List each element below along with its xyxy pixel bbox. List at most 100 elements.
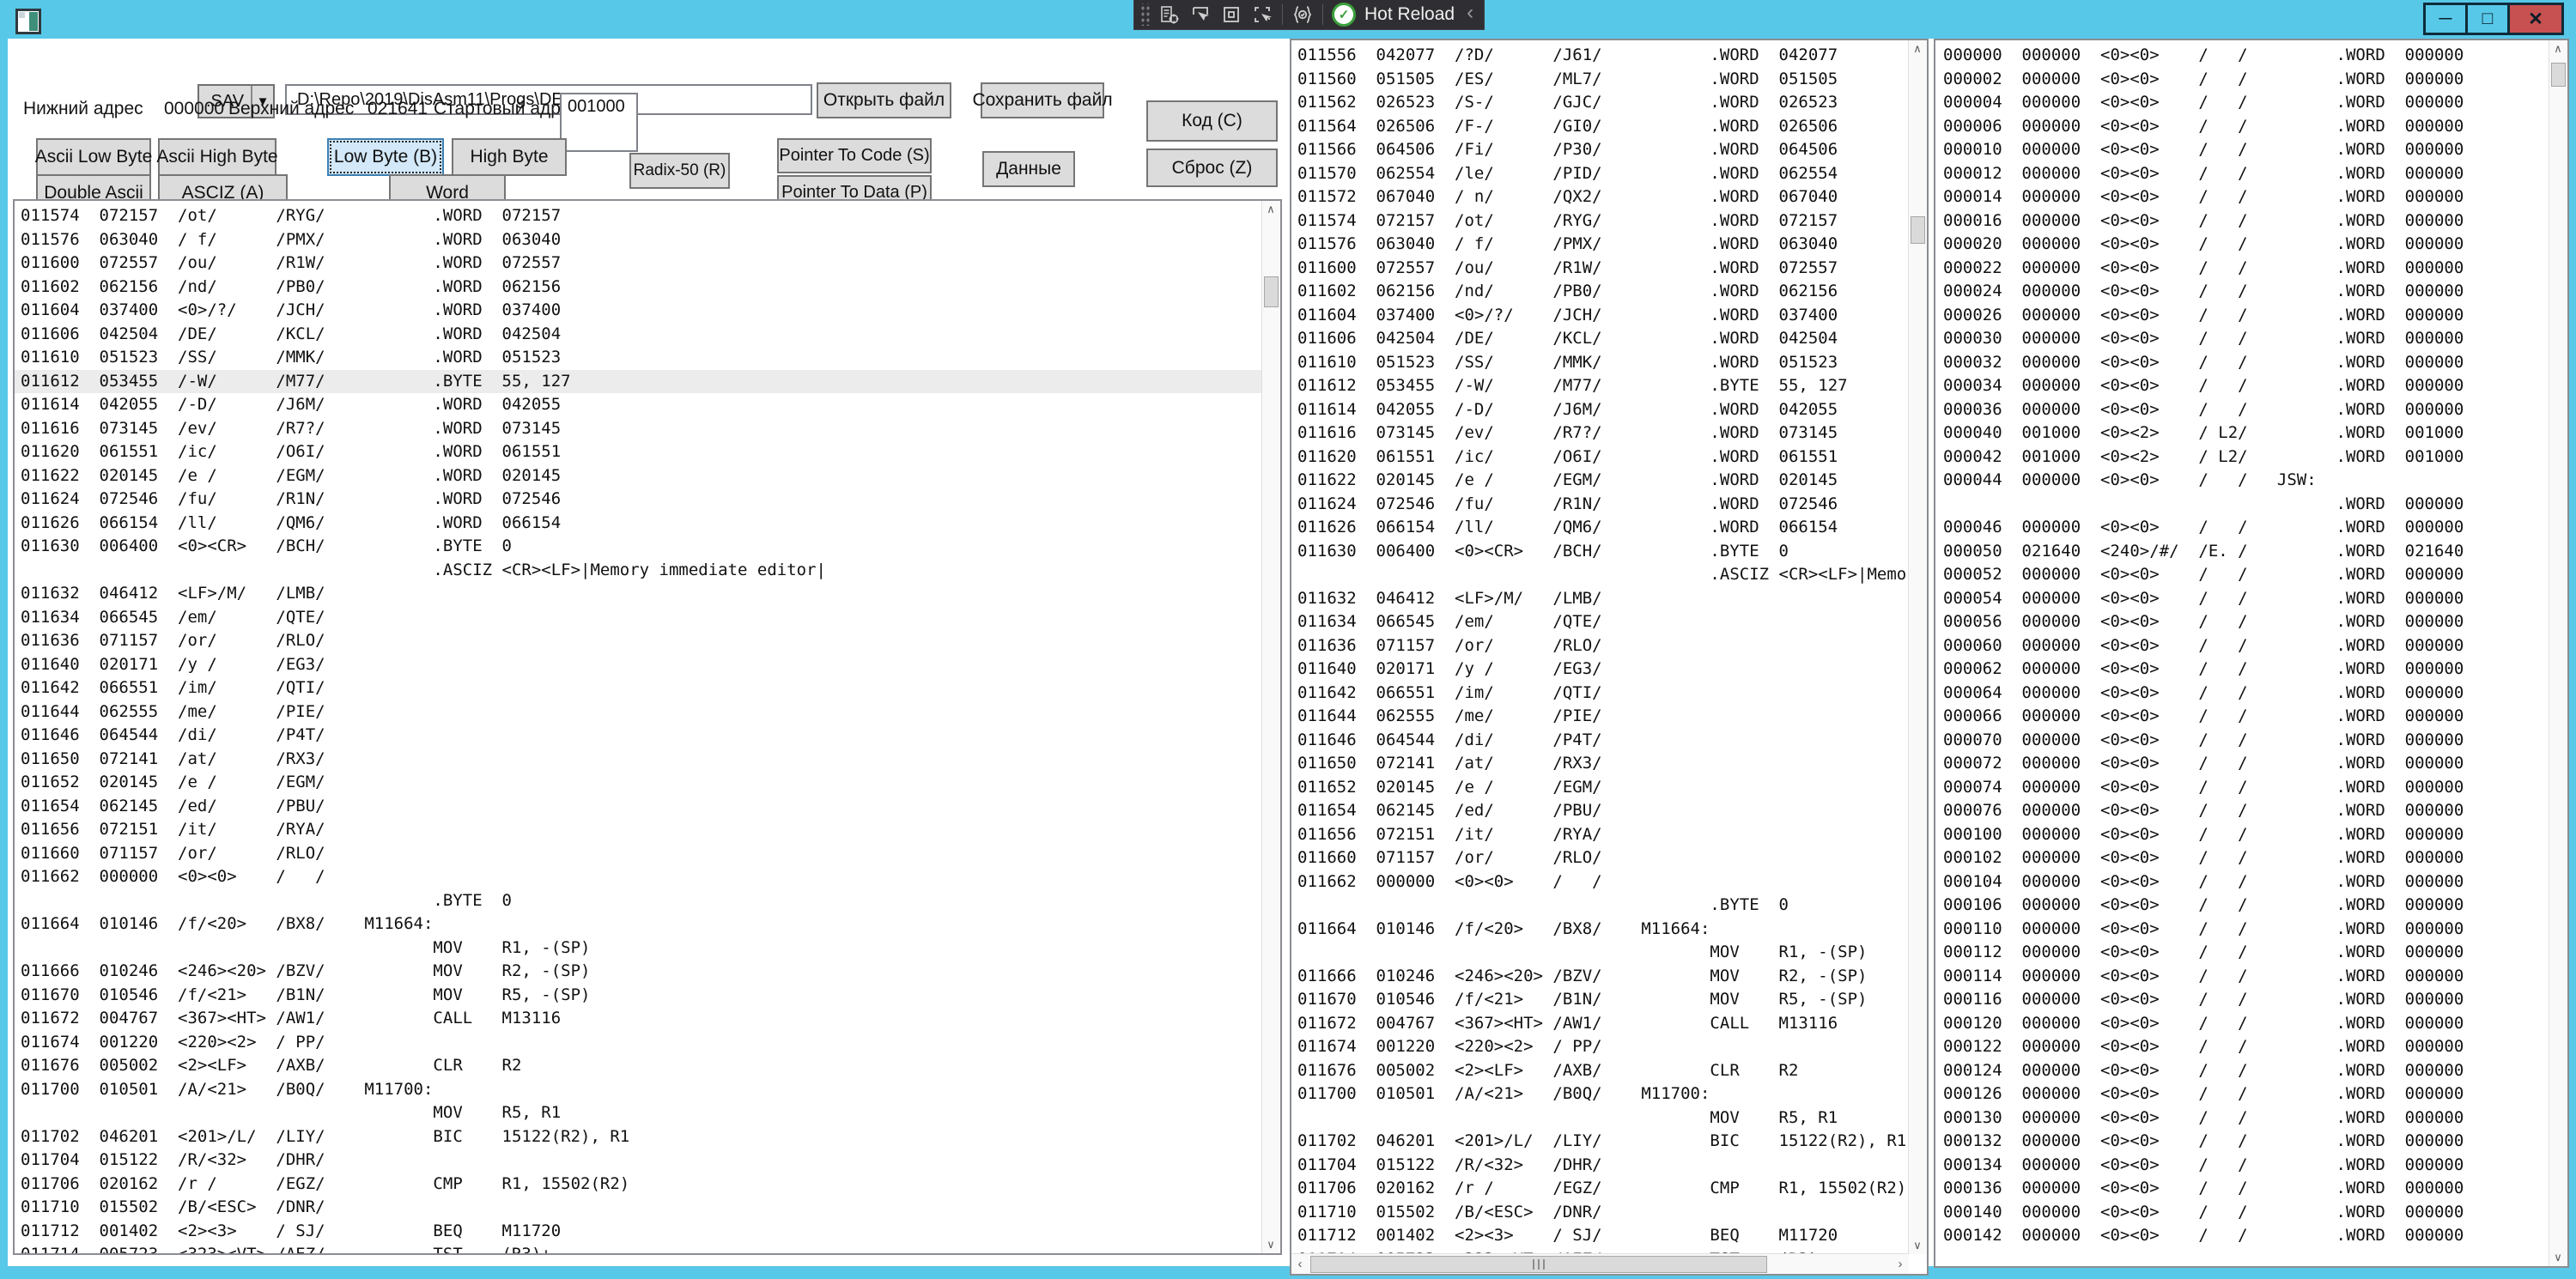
data-button[interactable]: Данные [982,151,1075,187]
listing-line: 000120 000000 <0><0> / / .WORD 000000 [1937,1012,2549,1036]
disassembler-window: { "window": { "minimize_glyph": "─", "ma… [0,0,2576,1279]
listing-line: 000070 000000 <0><0> / / .WORD 000000 [1937,729,2549,753]
minimize-button[interactable]: ─ [2423,3,2468,35]
vertical-scrollbar[interactable]: ∧ ∨ [2549,40,2567,1266]
radix50-button[interactable]: Radix-50 (R) [629,153,730,189]
listing-line: 011702 046201 <201>/L/ /LIY/ BIC 15122(R… [1291,1130,1908,1154]
scroll-thumb[interactable] [1310,1256,1767,1273]
open-file-button[interactable]: Открыть файл [817,82,951,118]
horizontal-scrollbar[interactable]: ‹ › [1291,1253,1909,1274]
listing-line: 011700 010501 /A/<21> /B0Q/ M11700: [1291,1082,1908,1106]
hot-reload-label[interactable]: Hot Reload [1364,4,1455,25]
scroll-up-icon[interactable]: ∧ [1909,40,1926,58]
upper-address-value: 021641 [368,99,428,119]
listing-line: 011640 020171 /y / /EG3/ [1291,658,1908,682]
save-file-button[interactable]: Сохранить файл [981,82,1104,118]
maximize-button[interactable]: □ [2465,3,2510,35]
disassembly-panel-left[interactable]: 011574 072157 /ot/ /RYG/ .WORD 072157011… [13,199,1282,1255]
listing-line: 011610 051523 /SS/ /MMK/ .WORD 051523 [1291,351,1908,375]
listing-left[interactable]: 011574 072157 /ot/ /RYG/ .WORD 072157011… [15,204,1261,1253]
listing-line: 000112 000000 <0><0> / / .WORD 000000 [1937,941,2549,965]
titlebar[interactable]: ✓ Hot Reload ‹ ─ □ ✕ [0,0,2576,39]
scroll-thumb[interactable] [2551,63,2566,87]
hot-reload-settings-icon[interactable] [1291,3,1314,26]
listing-line: 011674 001220 <220><2> / PP/ [15,1031,1261,1055]
listing-line: 011654 062145 /ed/ /PBU/ [15,795,1261,819]
pointer-to-code-button[interactable]: Pointer To Code (S) [777,138,932,173]
listing-line: 000106 000000 <0><0> / / .WORD 000000 [1937,894,2549,918]
disassembly-panel-right[interactable]: 000000 000000 <0><0> / / .WORD 000000000… [1934,39,2569,1268]
listing-line: 011634 066545 /em/ /QTE/ [15,606,1261,630]
lower-address-value: 000000 [164,99,224,119]
listing-line: 011560 051505 /ES/ /ML7/ .WORD 051505 [1291,68,1908,92]
listing-line: 011624 072546 /fu/ /R1N/ .WORD 072546 [15,488,1261,512]
listing-line: 000100 000000 <0><0> / / .WORD 000000 [1937,823,2549,847]
scroll-left-icon[interactable]: ‹ [1291,1254,1309,1273]
listing-middle[interactable]: 011556 042077 /?D/ /J61/ .WORD 042077011… [1291,44,1908,1254]
ascii-low-byte-button[interactable]: Ascii Low Byte [36,138,151,176]
listing-line: .BYTE 0 [1291,894,1908,918]
listing-line: 000060 000000 <0><0> / / .WORD 000000 [1937,634,2549,658]
listing-line: 011646 064544 /di/ /P4T/ [15,724,1261,748]
listing-line: 011632 046412 <LF>/M/ /LMB/ [1291,587,1908,611]
listing-line: 011704 015122 /R/<32> /DHR/ [15,1149,1261,1173]
close-button[interactable]: ✕ [2507,3,2564,35]
high-byte-button[interactable]: High Byte [452,138,567,176]
listing-line: 011656 072151 /it/ /RYA/ [15,818,1261,842]
listing-line: 011676 005002 <2><LF> /AXB/ CLR R2 [1291,1059,1908,1083]
scroll-up-icon[interactable]: ∧ [1262,201,1279,218]
scroll-up-icon[interactable]: ∧ [2549,40,2567,58]
listing-line: 011676 005002 <2><LF> /AXB/ CLR R2 [15,1054,1261,1078]
listing-line: 000022 000000 <0><0> / / .WORD 000000 [1937,257,2549,281]
listing-line: 000122 000000 <0><0> / / .WORD 000000 [1937,1035,2549,1059]
code-button[interactable]: Код (C) [1146,100,1278,142]
listing-line: 011616 073145 /ev/ /R7?/ .WORD 073145 [1291,421,1908,446]
scroll-down-icon[interactable]: ∨ [1262,1236,1279,1253]
vertical-scrollbar[interactable]: ∧ ∨ [1908,40,1927,1254]
listing-line: 011564 026506 /F-/ /GI0/ .WORD 026506 [1291,115,1908,139]
listing-line: 011644 062555 /me/ /PIE/ [1291,705,1908,729]
toolbar-grip-icon[interactable] [1139,3,1150,26]
listing-line: 000046 000000 <0><0> / / .WORD 000000 [1937,516,2549,540]
listing-line: 011616 073145 /ev/ /R7?/ .WORD 073145 [15,417,1261,441]
ascii-high-byte-button[interactable]: Ascii High Byte [158,138,276,176]
vertical-scrollbar[interactable]: ∧ ∨ [1261,201,1280,1253]
listing-line: 011660 071157 /or/ /RLO/ [1291,846,1908,870]
listing-line: 011604 037400 <0>/?/ /JCH/ .WORD 037400 [15,299,1261,323]
listing-line: 011666 010246 <246><20> /BZV/ MOV R2, -(… [1291,965,1908,989]
start-address-input[interactable]: 001000 [560,93,638,152]
listing-line: 011700 010501 /A/<21> /B0Q/ M11700: [15,1078,1261,1102]
listing-line: 011662 000000 <0><0> / / [1291,870,1908,894]
listing-line: 011636 071157 /or/ /RLO/ [15,629,1261,653]
listing-line: 011654 062145 /ed/ /PBU/ [1291,799,1908,823]
reset-button[interactable]: Сброс (Z) [1146,149,1278,187]
listing-line: 000132 000000 <0><0> / / .WORD 000000 [1937,1130,2549,1154]
listing-line: 011562 026523 /S-/ /GJC/ .WORD 026523 [1291,91,1908,115]
listing-line: 000034 000000 <0><0> / / .WORD 000000 [1937,374,2549,398]
scroll-down-icon[interactable]: ∨ [1909,1237,1926,1254]
listing-line: 011672 004767 <367><HT> /AW1/ CALL M1311… [15,1007,1261,1031]
live-visual-tree-icon[interactable] [1158,3,1181,26]
track-focused-element-icon[interactable] [1251,3,1273,26]
app-icon [15,9,41,34]
select-element-icon[interactable] [1189,3,1212,26]
scroll-thumb[interactable] [1911,216,1925,244]
scroll-down-icon[interactable]: ∨ [2549,1249,2567,1266]
listing-right[interactable]: 000000 000000 <0><0> / / .WORD 000000000… [1935,44,2549,1266]
listing-line: 011636 071157 /or/ /RLO/ [1291,634,1908,658]
low-byte-button[interactable]: Low Byte (B) [327,138,444,176]
upper-address-label: Верхний адрес [228,99,354,119]
listing-line: 011620 061551 /ic/ /O6I/ .WORD 061551 [1291,446,1908,470]
scroll-thumb[interactable] [1264,276,1279,307]
listing-line: 011664 010146 /f/<20> /BX8/ M11664: [1291,918,1908,942]
listing-line: 000076 000000 <0><0> / / .WORD 000000 [1937,799,2549,823]
scroll-right-icon[interactable]: › [1892,1254,1909,1273]
thumb-grip-icon [1533,1259,1545,1270]
disassembly-panel-middle[interactable]: 011556 042077 /?D/ /J61/ .WORD 042077011… [1290,39,1929,1276]
listing-line: 011572 067040 / n/ /QX2/ .WORD 067040 [1291,185,1908,209]
listing-line: 011670 010546 /f/<21> /B1N/ MOV R5, -(SP… [1291,988,1908,1012]
display-adorners-icon[interactable] [1220,3,1242,26]
listing-line: 011612 053455 /-W/ /M77/ .BYTE 55, 127 [1291,374,1908,398]
collapse-chevron-icon[interactable]: ‹ [1463,1,1475,28]
listing-line: 000054 000000 <0><0> / / .WORD 000000 [1937,587,2549,611]
